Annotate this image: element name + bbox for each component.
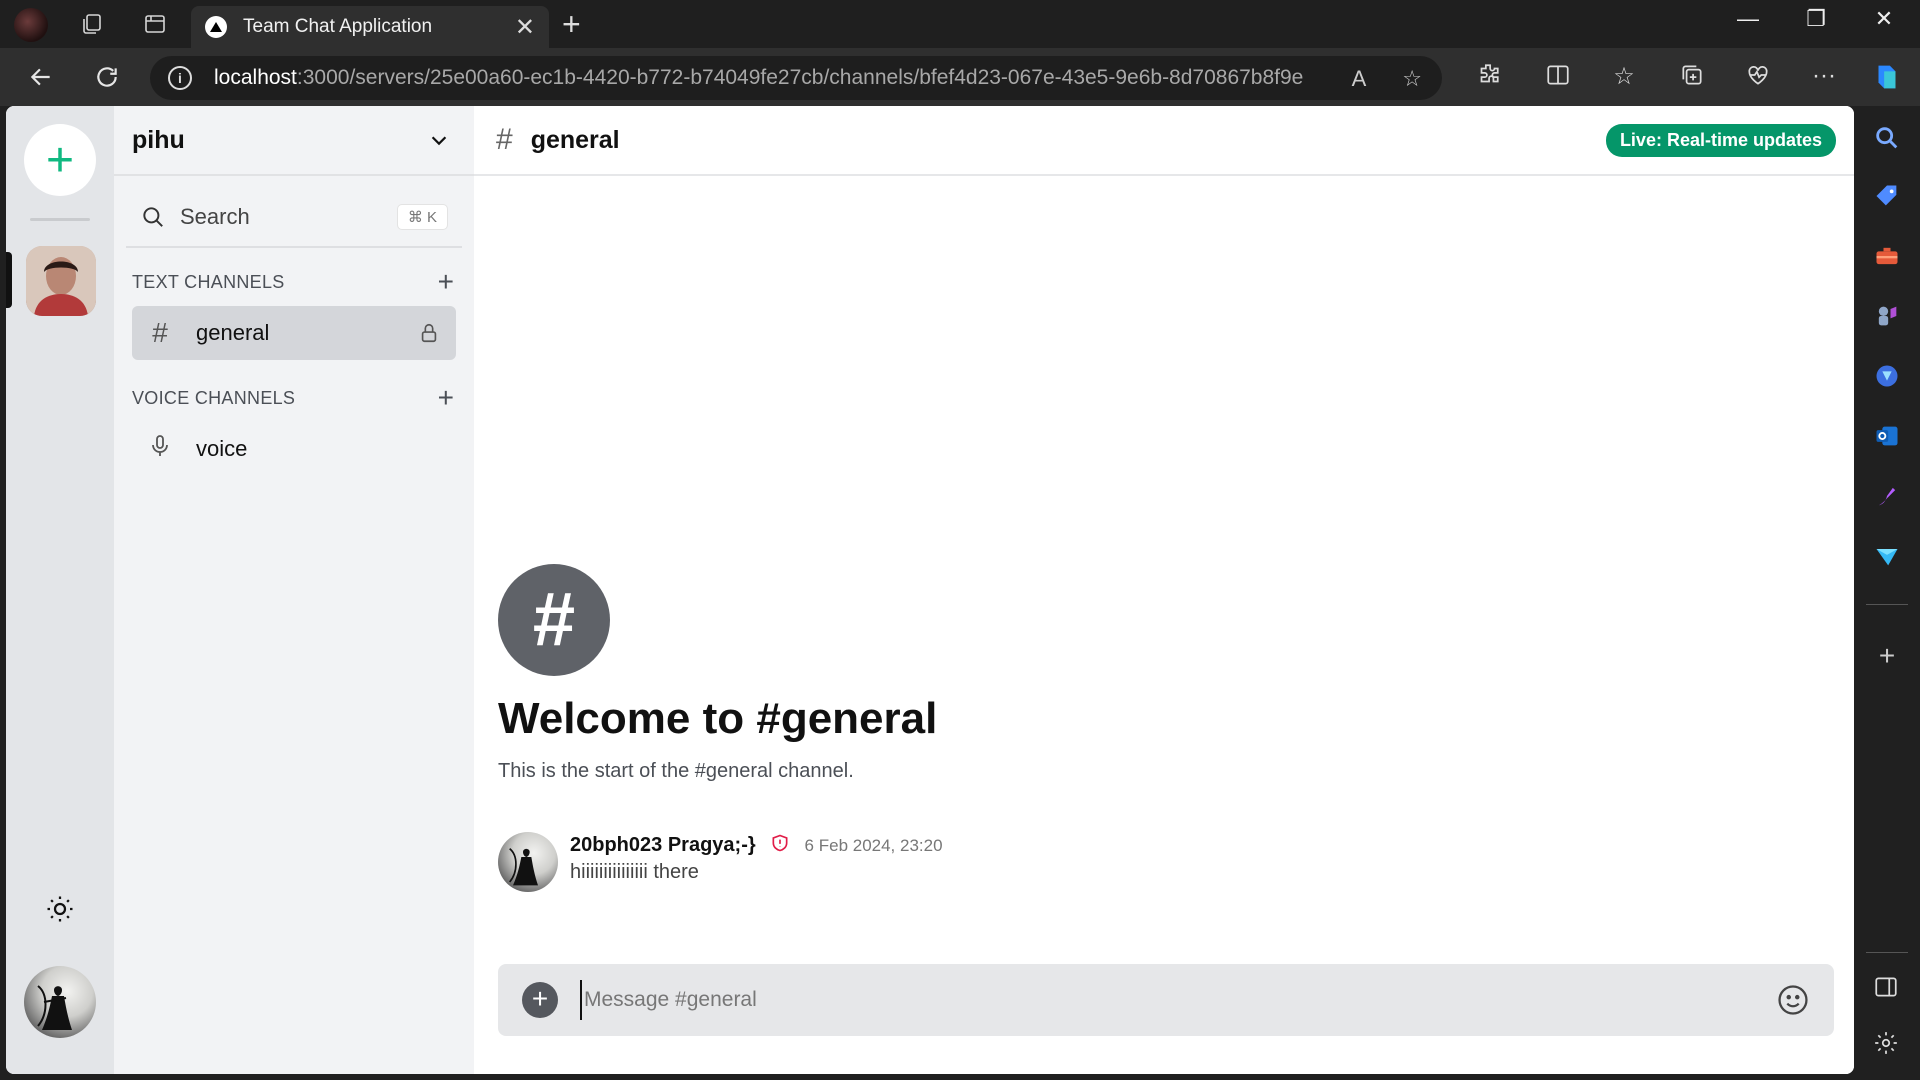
add-server-button[interactable]: + (24, 124, 96, 196)
voice-channels-label: VOICE CHANNELS (132, 387, 296, 408)
message-body: 20bph023 Pragya;-} 6 Feb 2024, 23:20 hii… (570, 832, 943, 892)
search-label: Search (180, 204, 250, 229)
edge-sidebar: + (1854, 106, 1920, 1080)
browser-essentials-icon[interactable] (1742, 62, 1774, 95)
message-timestamp: 6 Feb 2024, 23:20 (804, 836, 943, 855)
tab-title: Team Chat Application (243, 16, 433, 37)
split-screen-icon[interactable] (1542, 62, 1574, 95)
url-field[interactable]: i localhost :3000/servers/25e00a60-ec1b-… (150, 56, 1442, 100)
active-server-indicator (6, 252, 12, 308)
message-composer: + (498, 964, 1834, 1036)
channel-hash-icon: # (498, 564, 610, 676)
browser-address-bar: i localhost :3000/servers/25e00a60-ec1b-… (0, 48, 1920, 106)
new-tab-button[interactable]: + (562, 8, 581, 40)
favorites-icon[interactable]: ☆ (1608, 62, 1640, 91)
server-header[interactable]: pihu (114, 106, 474, 176)
send-drop-icon[interactable] (1873, 542, 1901, 570)
outlook-icon[interactable] (1873, 422, 1901, 450)
tab-actions-icon[interactable] (139, 8, 171, 40)
close-window-button[interactable]: ✕ (1854, 6, 1914, 32)
extensions-icon[interactable] (1472, 62, 1504, 95)
channel-item-voice[interactable]: voice (132, 422, 456, 476)
message-item: 20bph023 Pragya;-} 6 Feb 2024, 23:20 hii… (498, 832, 943, 892)
microphone-icon (146, 432, 174, 467)
shield-alert-icon (772, 834, 788, 852)
designer-icon[interactable] (1873, 482, 1901, 510)
team-chat-app: + pihu Search ⌘ K TEXT CHANNELS + # gene… (6, 106, 1854, 1074)
add-sidebar-app-icon[interactable]: + (1873, 642, 1901, 670)
message-text: hiiiiiiiiiiiiiii there (570, 861, 699, 883)
copilot-icon[interactable] (1870, 60, 1902, 101)
server-name: pihu (132, 125, 185, 154)
sidebar-divider (1866, 604, 1908, 605)
text-channels-section: TEXT CHANNELS + (114, 262, 474, 302)
search-shortcut: ⌘ K (396, 204, 448, 230)
search-icon (143, 207, 163, 227)
lock-icon (421, 323, 437, 343)
search-button[interactable]: Search ⌘ K (126, 188, 462, 248)
channel-header: # general Live: Real-time updates (474, 106, 1854, 176)
welcome-subtitle: This is the start of the #general channe… (498, 760, 854, 782)
collections-icon[interactable] (1676, 62, 1708, 95)
browser-tab-active[interactable]: Team Chat Application ✕ (191, 6, 549, 48)
live-status-badge: Live: Real-time updates (1605, 123, 1836, 157)
url-host: localhost (214, 66, 297, 89)
copilot-app-icon[interactable] (1873, 362, 1901, 390)
minimize-button[interactable]: — (1718, 6, 1778, 32)
tools-briefcase-icon[interactable] (1873, 242, 1901, 270)
browser-tab-bar: Team Chat Application ✕ + — ❐ ✕ (0, 0, 1920, 48)
refresh-button[interactable] (90, 60, 124, 94)
server-avatar-pihu[interactable] (26, 246, 96, 316)
channel-name: general (196, 320, 270, 345)
channel-name: voice (196, 436, 248, 461)
hash-icon: # (152, 317, 168, 348)
channel-sidebar: pihu Search ⌘ K TEXT CHANNELS + # genera… (114, 106, 474, 1074)
tab-favicon-icon (205, 16, 227, 38)
channel-title: general (530, 125, 620, 154)
search-icon[interactable] (1873, 124, 1901, 152)
workspaces-icon[interactable] (76, 8, 108, 40)
chat-main: # general Live: Real-time updates # Welc… (474, 106, 1854, 1074)
settings-gear-icon[interactable] (1873, 1030, 1901, 1058)
message-input[interactable] (580, 980, 1776, 1020)
sidebar-divider (1866, 952, 1908, 953)
hash-icon: # (496, 123, 513, 156)
shopping-tag-icon[interactable] (1873, 182, 1901, 210)
server-rail: + (6, 106, 114, 1074)
more-menu-icon[interactable]: ··· (1808, 62, 1840, 90)
restore-button[interactable]: ❐ (1786, 6, 1846, 32)
games-icon[interactable] (1873, 302, 1901, 330)
favorite-star-icon[interactable]: ☆ (1402, 66, 1422, 92)
back-button[interactable] (24, 60, 58, 94)
read-aloud-icon[interactable]: A (1352, 66, 1367, 92)
voice-channels-section: VOICE CHANNELS + (114, 378, 474, 418)
attach-plus-button[interactable]: + (522, 982, 558, 1018)
hide-sidebar-icon[interactable] (1873, 974, 1901, 1002)
emoji-picker-icon[interactable] (1776, 983, 1810, 1017)
add-voice-channel-icon[interactable]: + (438, 384, 454, 412)
add-text-channel-icon[interactable]: + (438, 268, 454, 296)
url-path: :3000/servers/25e00a60-ec1b-4420-b772-b7… (296, 66, 1304, 89)
close-tab-icon[interactable]: ✕ (515, 13, 535, 42)
site-info-icon[interactable]: i (168, 66, 192, 90)
rail-separator (30, 218, 90, 221)
channel-item-general[interactable]: # general (132, 306, 456, 360)
theme-toggle-sun-icon[interactable] (44, 894, 76, 926)
chevron-down-icon[interactable] (428, 129, 450, 151)
user-avatar[interactable] (24, 966, 96, 1038)
browser-profile-avatar[interactable] (14, 8, 48, 42)
welcome-title: Welcome to #general (498, 694, 938, 743)
message-author-avatar[interactable] (498, 832, 558, 892)
text-channels-label: TEXT CHANNELS (132, 271, 285, 292)
message-author[interactable]: 20bph023 Pragya;-} (570, 834, 756, 856)
